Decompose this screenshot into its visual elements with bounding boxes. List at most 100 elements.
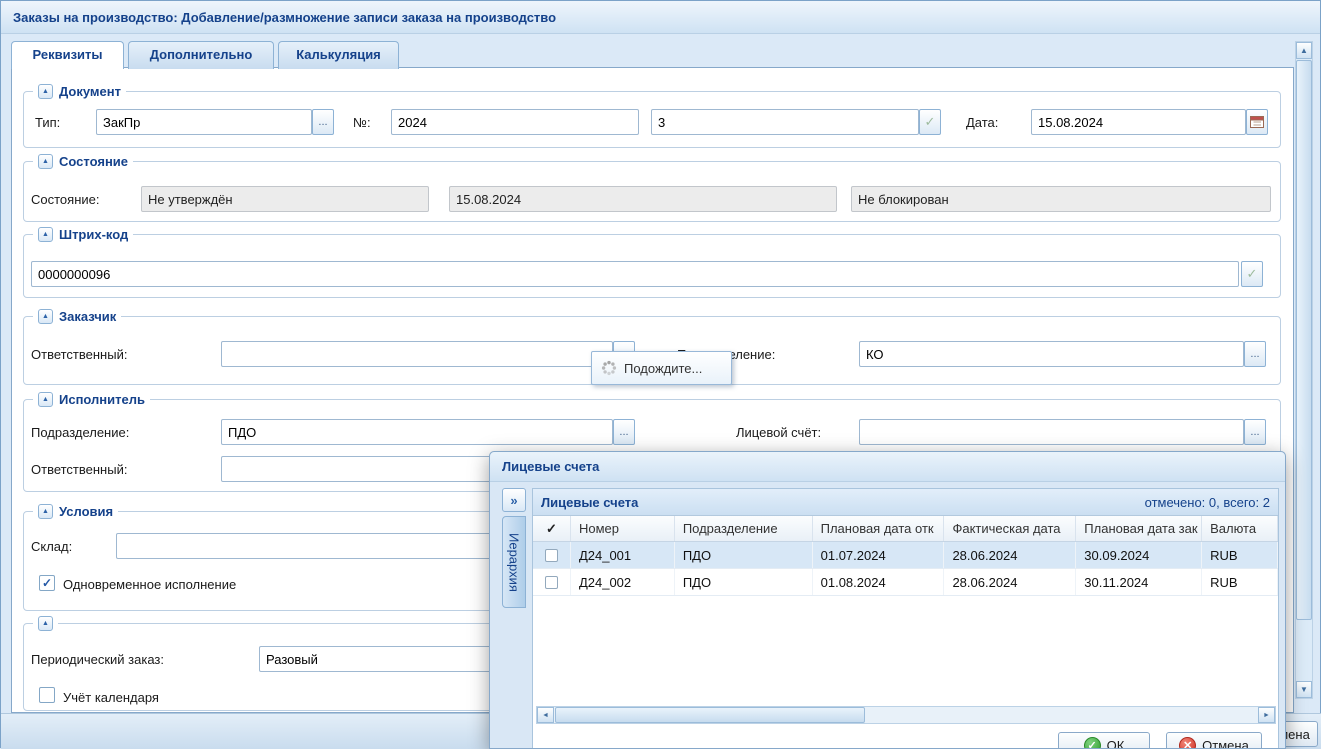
cell-fact: 28.06.2024 bbox=[944, 542, 1076, 568]
doc-number-label: №: bbox=[353, 115, 371, 130]
cell-plan-open: 01.07.2024 bbox=[813, 542, 945, 568]
collapse-state-button[interactable]: ▲ bbox=[38, 154, 53, 169]
ok-icon: ✓ bbox=[1084, 737, 1101, 749]
check-icon: ✓ bbox=[42, 576, 52, 590]
group-document-label: Документ bbox=[59, 84, 121, 99]
column-header-plan-open[interactable]: Плановая дата отк bbox=[813, 516, 945, 541]
doc-type-input[interactable] bbox=[96, 109, 312, 135]
collapse-periodic-button[interactable]: ▲ bbox=[38, 616, 53, 631]
simultaneous-checkbox[interactable]: ✓ bbox=[39, 575, 55, 591]
row-checkbox[interactable] bbox=[545, 576, 558, 589]
collapse-conditions-button[interactable]: ▲ bbox=[38, 504, 53, 519]
doc-date-input[interactable] bbox=[1031, 109, 1246, 135]
row-checkbox-cell bbox=[533, 569, 571, 595]
executor-account-lookup-button[interactable]: ... bbox=[1244, 419, 1266, 445]
row-checkbox-cell bbox=[533, 542, 571, 568]
scroll-right-icon[interactable]: ► bbox=[1258, 707, 1275, 723]
collapse-document-button[interactable]: ▲ bbox=[38, 84, 53, 99]
group-conditions-title: ▲ Условия bbox=[33, 502, 118, 520]
cell-plan-close: 30.09.2024 bbox=[1076, 542, 1202, 568]
executor-account-label: Лицевой счёт: bbox=[736, 425, 821, 440]
cell-department: ПДО bbox=[675, 569, 813, 595]
calendar-checkbox[interactable]: ✓ bbox=[39, 687, 55, 703]
group-customer-title: ▲ Заказчик bbox=[33, 307, 121, 325]
scroll-down-icon[interactable]: ▼ bbox=[1296, 681, 1312, 698]
scroll-up-icon[interactable]: ▲ bbox=[1296, 42, 1312, 59]
tab-rekvizity[interactable]: Реквизиты bbox=[11, 41, 124, 69]
column-header-department[interactable]: Подразделение bbox=[675, 516, 813, 541]
group-customer-label: Заказчик bbox=[59, 309, 116, 324]
group-conditions-label: Условия bbox=[59, 504, 113, 519]
executor-account-input[interactable] bbox=[859, 419, 1244, 445]
group-state-title: ▲ Состояние bbox=[33, 152, 133, 170]
window-titlebar[interactable]: Заказы на производство: Добавление/размн… bbox=[1, 1, 1320, 34]
accounts-dialog: Лицевые счета » Иерархия Лицевые счета о… bbox=[489, 451, 1286, 749]
accounts-grid-title: Лицевые счета bbox=[541, 495, 638, 510]
collapse-barcode-button[interactable]: ▲ bbox=[38, 227, 53, 242]
app-window: { "window": { "title": "Заказы на произв… bbox=[0, 0, 1321, 748]
customer-department-lookup-button[interactable]: ... bbox=[1244, 341, 1266, 367]
accounts-horizontal-scrollbar[interactable]: ◄ ► bbox=[536, 706, 1276, 724]
calendar-icon bbox=[1250, 115, 1264, 129]
collapse-executor-button[interactable]: ▲ bbox=[38, 392, 53, 407]
doc-number-check-button[interactable]: ✓ bbox=[919, 109, 941, 135]
state-date-field: 15.08.2024 bbox=[449, 186, 837, 212]
cell-fact: 28.06.2024 bbox=[944, 569, 1076, 595]
cell-department: ПДО bbox=[675, 542, 813, 568]
window-title: Заказы на производство: Добавление/размн… bbox=[13, 10, 556, 25]
dialog-cancel-label: Отмена bbox=[1202, 738, 1249, 749]
customer-responsible-label: Ответственный: bbox=[31, 347, 127, 362]
accounts-counter: отмечено: 0, всего: 2 bbox=[1145, 495, 1270, 510]
scrollbar-thumb[interactable] bbox=[1296, 60, 1312, 620]
state-status-field: Не утверждён bbox=[141, 186, 429, 212]
cell-plan-close: 30.11.2024 bbox=[1076, 569, 1202, 595]
hierarchy-expand-button[interactable]: » bbox=[502, 488, 526, 512]
wait-tooltip-text: Подождите... bbox=[624, 361, 702, 376]
tab-hierarchy-label: Иерархия bbox=[507, 533, 522, 592]
accounts-dialog-titlebar[interactable]: Лицевые счета bbox=[490, 452, 1285, 482]
collapse-customer-button[interactable]: ▲ bbox=[38, 309, 53, 324]
barcode-input[interactable] bbox=[31, 261, 1239, 287]
doc-number-input[interactable] bbox=[391, 109, 639, 135]
column-header-fact[interactable]: Фактическая дата bbox=[944, 516, 1076, 541]
state-label: Состояние: bbox=[31, 192, 99, 207]
doc-number-extra-input[interactable] bbox=[651, 109, 919, 135]
scroll-left-icon[interactable]: ◄ bbox=[537, 707, 554, 723]
accounts-dialog-title: Лицевые счета bbox=[502, 459, 599, 474]
column-header-plan-close[interactable]: Плановая дата зак bbox=[1076, 516, 1202, 541]
group-barcode-label: Штрих-код bbox=[59, 227, 128, 242]
dialog-ok-label: ОК bbox=[1107, 738, 1125, 749]
group-executor-title: ▲ Исполнитель bbox=[33, 390, 150, 408]
customer-responsible-input[interactable] bbox=[221, 341, 613, 367]
barcode-check-button[interactable]: ✓ bbox=[1241, 261, 1263, 287]
table-row[interactable]: Д24_002 ПДО 01.08.2024 28.06.2024 30.11.… bbox=[533, 569, 1278, 596]
dialog-cancel-button[interactable]: ✕ Отмена bbox=[1166, 732, 1262, 749]
dialog-ok-button[interactable]: ✓ ОК bbox=[1058, 732, 1150, 749]
column-header-currency[interactable]: Валюта bbox=[1202, 516, 1278, 541]
doc-date-calendar-button[interactable] bbox=[1246, 109, 1268, 135]
cell-currency: RUB bbox=[1202, 569, 1278, 595]
main-vertical-scrollbar[interactable]: ▲ ▼ bbox=[1295, 41, 1313, 699]
tab-dopolnitelno[interactable]: Дополнительно bbox=[128, 41, 274, 69]
executor-department-input[interactable] bbox=[221, 419, 613, 445]
accounts-grid-header: Лицевые счета отмечено: 0, всего: 2 bbox=[533, 489, 1278, 516]
row-checkbox[interactable] bbox=[545, 549, 558, 562]
customer-department-input[interactable] bbox=[859, 341, 1244, 367]
warehouse-label: Склад: bbox=[31, 539, 72, 554]
cell-plan-open: 01.08.2024 bbox=[813, 569, 945, 595]
tab-hierarchy[interactable]: Иерархия bbox=[502, 516, 526, 608]
cell-number: Д24_001 bbox=[571, 542, 675, 568]
periodic-order-label: Периодический заказ: bbox=[31, 652, 164, 667]
column-header-number[interactable]: Номер bbox=[571, 516, 675, 541]
wait-tooltip: Подождите... bbox=[591, 351, 732, 385]
group-document-title: ▲ Документ bbox=[33, 82, 126, 100]
doc-type-lookup-button[interactable]: ... bbox=[312, 109, 334, 135]
executor-department-label: Подразделение: bbox=[31, 425, 129, 440]
executor-department-lookup-button[interactable]: ... bbox=[613, 419, 635, 445]
tab-kalkulyaciya[interactable]: Калькуляция bbox=[278, 41, 399, 69]
accounts-table-header: ✓ Номер Подразделение Плановая дата отк … bbox=[533, 516, 1278, 542]
table-row[interactable]: Д24_001 ПДО 01.07.2024 28.06.2024 30.09.… bbox=[533, 542, 1278, 569]
column-header-check[interactable]: ✓ bbox=[533, 516, 571, 541]
cancel-icon: ✕ bbox=[1179, 737, 1196, 749]
hscrollbar-thumb[interactable] bbox=[555, 707, 865, 723]
